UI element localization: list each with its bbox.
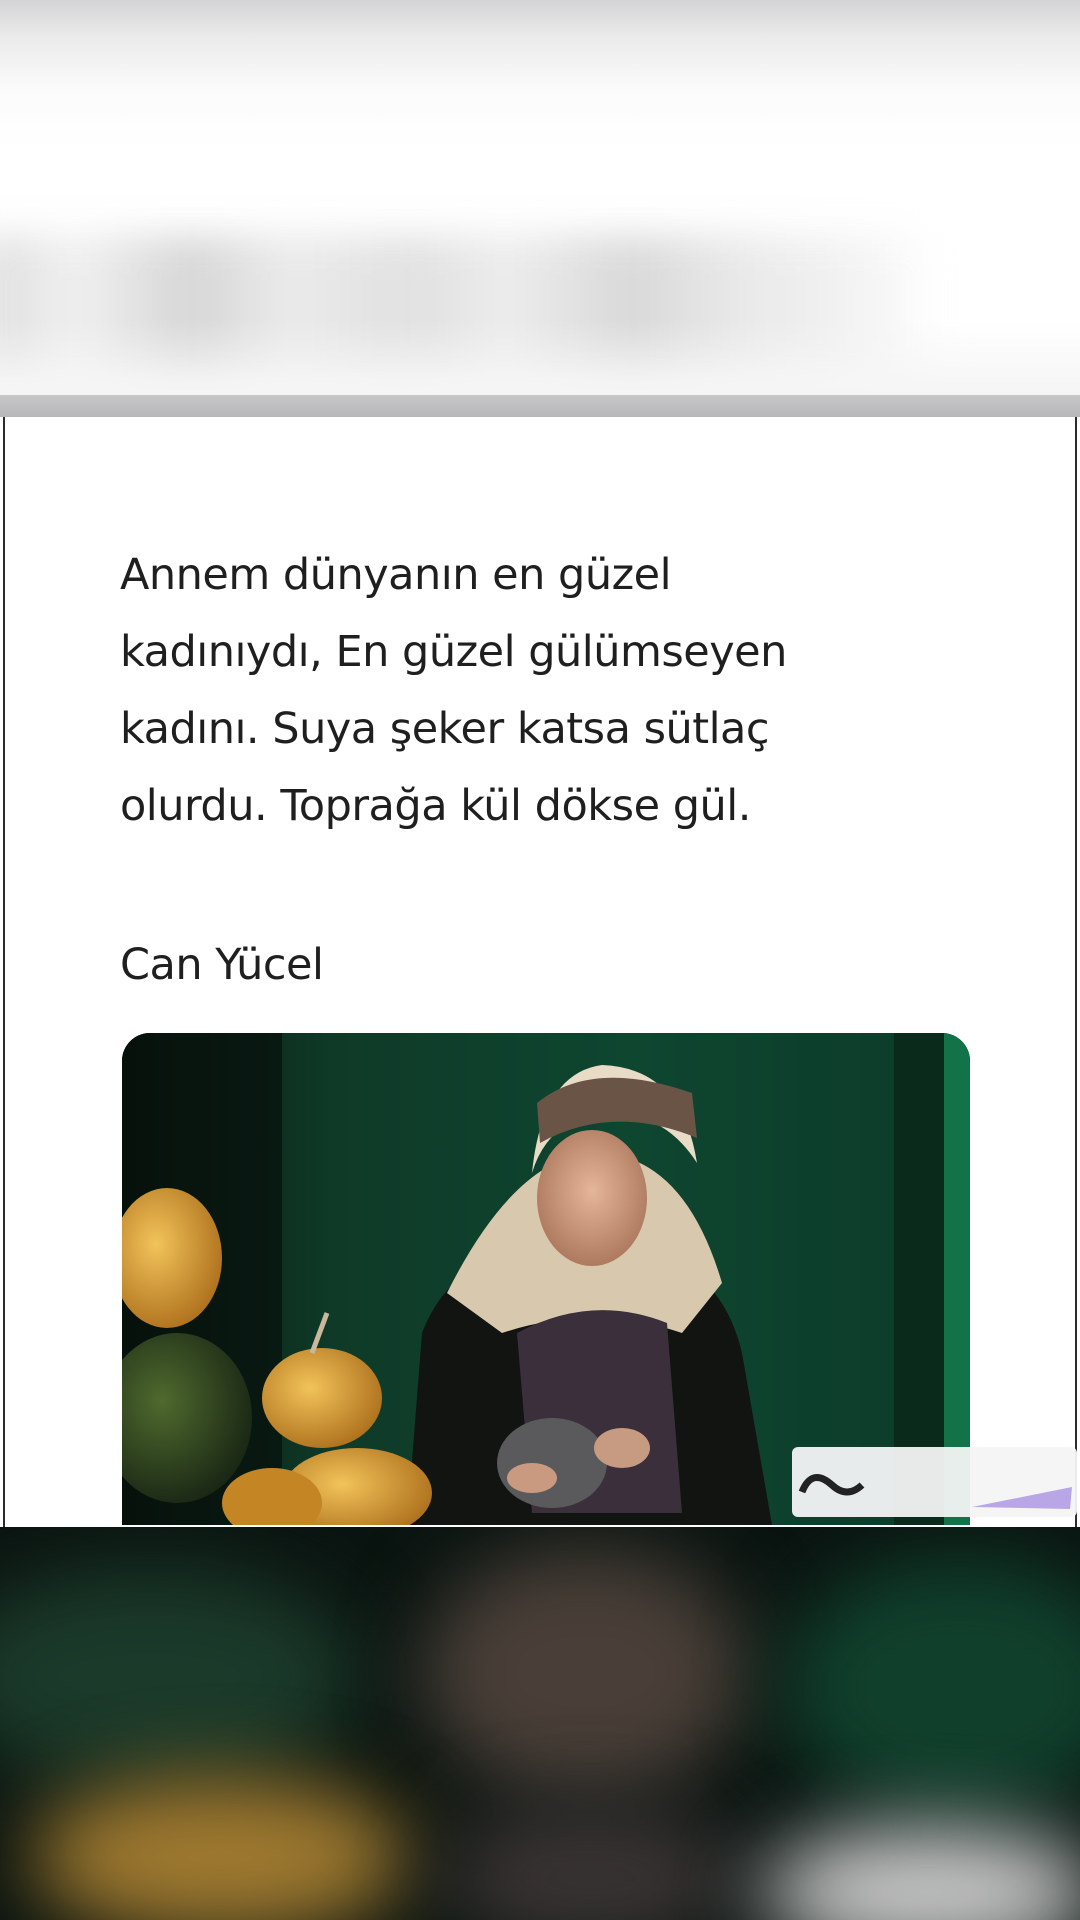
quote-line: Annem dünyanın en güzel: [120, 550, 672, 600]
quote-line: kadınıydı, En güzel gülümseyen: [120, 627, 787, 677]
divider-bar: [0, 395, 1080, 417]
author-name: Can Yücel: [120, 940, 324, 990]
blurred-top-area: [0, 0, 1080, 395]
quote-line: olurdu. Toprağa kül dökse gül.: [120, 781, 751, 831]
post-card[interactable]: Annem dünyanın en güzel kadınıydı, En gü…: [3, 417, 1077, 1527]
app-logo-icon: [792, 1447, 1077, 1517]
screen: Annem dünyanın en güzel kadınıydı, En gü…: [0, 0, 1080, 1920]
quote-text: Annem dünyanın en güzel kadınıydı, En gü…: [120, 537, 980, 845]
blurred-bottom-area: [0, 1527, 1080, 1920]
quote-line: kadını. Suya şeker katsa sütlaç: [120, 704, 770, 754]
watermark-logo: [792, 1447, 1077, 1517]
